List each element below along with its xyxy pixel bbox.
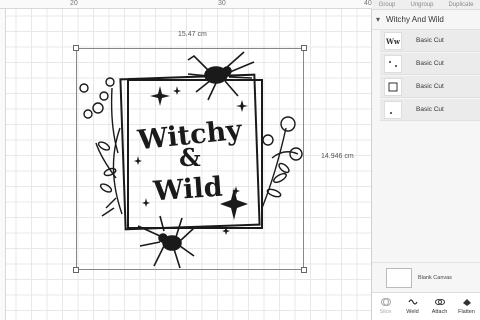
width-dimension: 15.47 cm	[178, 31, 207, 38]
duplicate-button[interactable]: Duplicate	[442, 0, 480, 9]
right-floral-icon	[261, 116, 303, 209]
layer-label: Basic Cut	[416, 37, 444, 44]
witchy-wild-design[interactable]: Witchy & Wild	[76, 48, 304, 270]
layer-row[interactable]: Basic Cut	[380, 53, 480, 75]
attach-icon	[434, 299, 445, 305]
layer-label: Basic Cut	[416, 106, 444, 113]
slice-icon	[380, 298, 391, 306]
layer-row[interactable]: Basic Cut	[380, 76, 480, 98]
design-canvas[interactable]: 20 30 40 15.47 cm 14.946 cm Witchy & Wil…	[0, 0, 372, 320]
chevron-down-icon[interactable]: ▾	[376, 15, 380, 24]
design-text-wild: Wild	[151, 172, 223, 208]
frame-layer-icon	[384, 77, 402, 96]
weld-button[interactable]: Weld	[401, 297, 425, 315]
flatten-button[interactable]: Flatten	[455, 297, 479, 315]
layer-row[interactable]: Basic Cut	[380, 99, 480, 121]
ruler-mark: 40	[364, 0, 372, 7]
weld-icon	[407, 299, 418, 305]
layer-tools-bar: Slice Weld Attach Flatten	[372, 292, 480, 320]
left-ruler	[0, 9, 6, 320]
ungroup-button[interactable]: Ungroup	[402, 0, 442, 9]
group-button[interactable]: Group	[372, 0, 402, 9]
blank-canvas-row[interactable]: Blank Canvas	[372, 262, 480, 292]
slice-button[interactable]: Slice	[374, 297, 398, 315]
attach-button[interactable]: Attach	[428, 297, 452, 315]
dot-layer-icon	[384, 100, 402, 119]
blank-canvas-swatch[interactable]	[386, 267, 412, 288]
text-layer-icon: Ww	[384, 31, 402, 50]
layer-label: Basic Cut	[416, 83, 444, 90]
layers-panel: Group Ungroup Duplicate ▾ Witchy And Wil…	[372, 0, 480, 320]
group-name: Witchy And Wild	[386, 15, 444, 24]
height-dimension: 14.946 cm	[321, 153, 354, 160]
flatten-icon	[462, 299, 471, 306]
arrange-toolbar: Group Ungroup Duplicate	[372, 0, 480, 10]
layer-row[interactable]: Ww Basic Cut	[380, 30, 480, 52]
dots-layer-icon	[384, 54, 402, 73]
ruler-mark: 20	[70, 0, 78, 7]
ruler-mark: 30	[218, 0, 226, 7]
blank-canvas-label: Blank Canvas	[418, 274, 452, 281]
layer-label: Basic Cut	[416, 60, 444, 67]
spider-bottom-icon	[137, 215, 195, 269]
svg-text:Ww: Ww	[386, 37, 400, 46]
design-text-ampersand: &	[179, 143, 201, 172]
top-ruler: 20 30 40	[0, 0, 372, 9]
layer-group-header[interactable]: ▾ Witchy And Wild	[372, 10, 480, 30]
left-floral-icon	[79, 77, 123, 217]
